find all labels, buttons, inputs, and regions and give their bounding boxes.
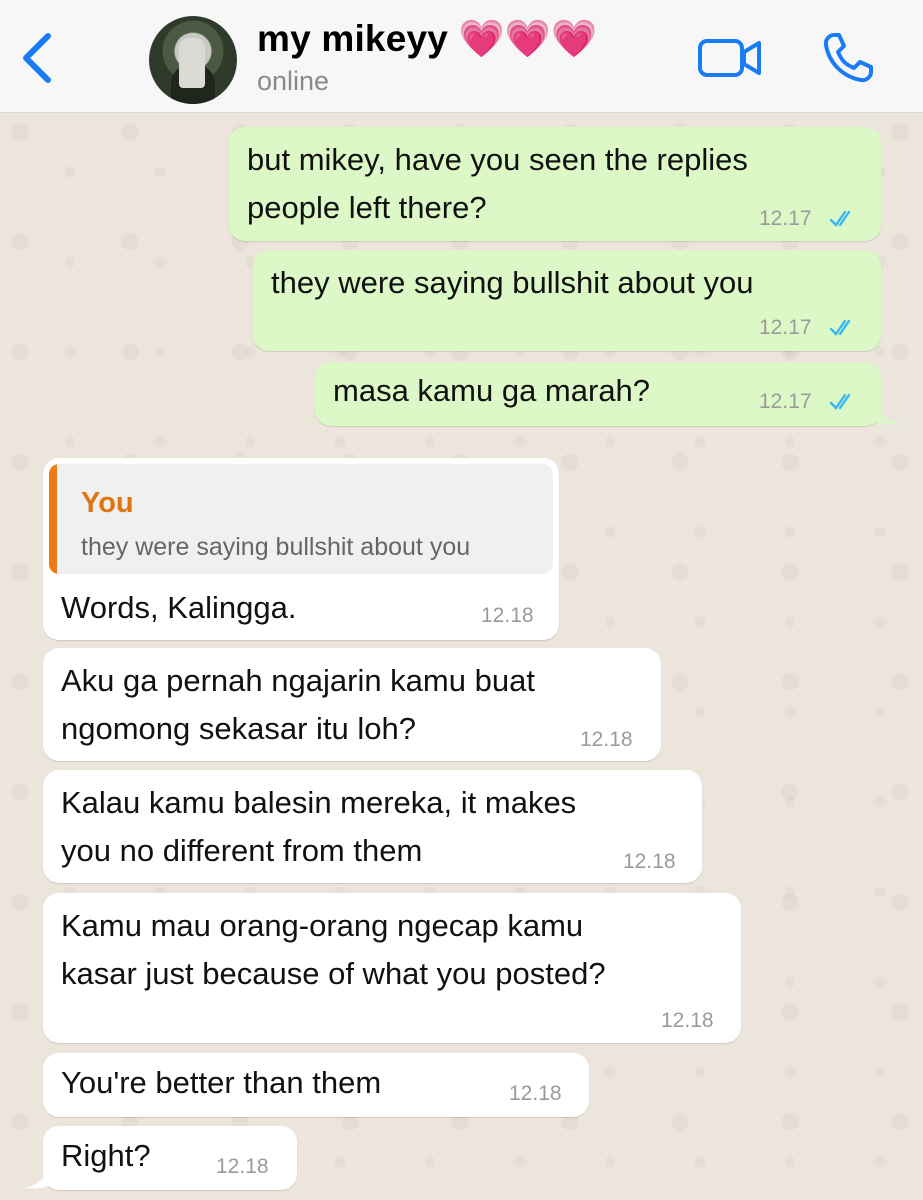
message-time: 12.17: [759, 390, 812, 413]
contact-status: online: [257, 66, 330, 96]
back-button[interactable]: [14, 28, 64, 88]
message-bubble-outgoing[interactable]: masa kamu ga marah? 12.17: [315, 362, 881, 426]
read-receipt-icon: [829, 393, 851, 410]
message-bubble-outgoing[interactable]: but mikey, have you seen the replies peo…: [229, 127, 881, 241]
message-bubble-incoming[interactable]: Right? 12.18: [43, 1126, 297, 1190]
message-text: Right?: [61, 1138, 151, 1173]
message-text: they were saying bullshit about you: [271, 265, 754, 300]
message-bubble-incoming[interactable]: Kalau kamu balesin mereka, it makes you …: [43, 770, 702, 883]
message-text: masa kamu ga marah?: [333, 373, 651, 408]
quoted-reply[interactable]: You they were saying bullshit about you: [49, 464, 553, 574]
message-text: but mikey, have you seen the replies peo…: [247, 142, 748, 225]
message-text: Aku ga pernah ngajarin kamu buat ngomong…: [61, 663, 535, 746]
message-bubble-incoming[interactable]: Kamu mau orang-orang ngecap kamu kasar j…: [43, 893, 741, 1043]
quote-author: You: [81, 487, 134, 519]
quote-text: they were saying bullshit about you: [81, 533, 471, 561]
bubble-tail-incoming: [24, 1162, 52, 1189]
message-bubble-incoming[interactable]: You they were saying bullshit about you …: [43, 458, 559, 640]
message-bubble-incoming[interactable]: You're better than them 12.18: [43, 1053, 589, 1117]
video-call-button[interactable]: [697, 36, 763, 80]
contact-name[interactable]: my mikeyy 💗💗💗: [257, 18, 597, 61]
phone-icon: [823, 33, 873, 83]
message-text: You're better than them: [61, 1065, 382, 1100]
avatar[interactable]: [149, 16, 237, 104]
bubble-tail-outgoing: [872, 398, 900, 425]
message-time: 12.18: [216, 1155, 269, 1178]
message-time: 12.18: [481, 604, 534, 627]
message-text: Words, Kalingga.: [61, 590, 297, 625]
voice-call-button[interactable]: [820, 30, 876, 86]
message-bubble-incoming[interactable]: Aku ga pernah ngajarin kamu buat ngomong…: [43, 648, 661, 761]
chevron-left-icon: [23, 33, 51, 83]
chat-header: my mikeyy 💗💗💗 online: [0, 0, 923, 113]
quote-accent-bar: [49, 464, 57, 574]
message-time: 12.18: [623, 850, 676, 873]
read-receipt-icon: [829, 319, 851, 336]
message-time: 12.18: [509, 1082, 562, 1105]
message-time: 12.17: [759, 316, 812, 339]
message-time: 12.17: [759, 207, 812, 230]
message-time: 12.18: [580, 728, 633, 751]
message-time: 12.18: [661, 1009, 714, 1032]
message-text: Kalau kamu balesin mereka, it makes you …: [61, 785, 577, 868]
video-camera-icon: [698, 39, 761, 77]
message-bubble-outgoing[interactable]: they were saying bullshit about you 12.1…: [253, 250, 881, 351]
read-receipt-icon: [829, 210, 851, 227]
message-text: Kamu mau orang-orang ngecap kamu kasar j…: [61, 908, 606, 991]
